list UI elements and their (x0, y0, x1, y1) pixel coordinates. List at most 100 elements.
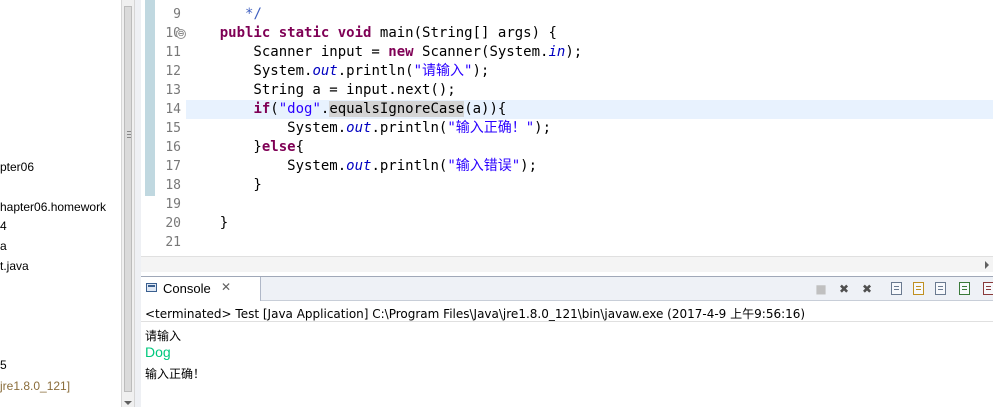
code-token: "请输入" (413, 63, 473, 79)
scroll-down-arrow-icon[interactable] (124, 401, 132, 405)
remove-launch-icon[interactable]: ✖ (836, 281, 852, 297)
code-token: { (295, 139, 305, 155)
line-number: 13 (165, 83, 181, 98)
line-number: 15 (165, 121, 181, 136)
scrollbar-grip (127, 134, 131, 135)
console-output-line: 输入正确！ (145, 367, 206, 381)
tree-item[interactable]: hapter06.homework (0, 199, 106, 215)
scroll-lock-icon[interactable] (913, 282, 924, 295)
code-line[interactable]: System.out.println("请输入"); (186, 62, 489, 81)
line-number: 20 (165, 216, 181, 231)
code-line[interactable]: if("dog".equalsIgnoreCase(a)){ (186, 100, 506, 119)
code-token: System. (186, 120, 347, 136)
word-wrap-icon[interactable] (935, 282, 946, 295)
tab-console[interactable]: Console ✕ (141, 277, 261, 301)
code-line[interactable]: String a = input.next(); (186, 81, 456, 100)
tree-item[interactable]: pter06 (0, 159, 34, 175)
scroll-right-arrow-icon[interactable] (985, 261, 989, 269)
clear-console-icon[interactable] (891, 282, 902, 295)
code-token: in (548, 44, 566, 60)
tree-item[interactable]: a (0, 238, 7, 254)
scrollbar-grip (127, 137, 131, 138)
code-line[interactable]: }else{ (186, 138, 304, 157)
tree-item[interactable]: 5 (0, 357, 7, 373)
code-token: "输入正确！" (447, 120, 535, 136)
code-token: out (346, 120, 372, 136)
code-token: public (219, 25, 271, 41)
code-token: } (186, 215, 229, 231)
scrollbar-grip (127, 131, 131, 132)
code-token: (a)){ (464, 101, 507, 117)
terminate-icon[interactable]: ■ (813, 281, 829, 297)
code-token: main(String[] args) { (371, 25, 557, 41)
line-number: 21 (165, 235, 181, 250)
divider (141, 321, 993, 322)
code-token: .println( (371, 120, 448, 136)
code-line[interactable]: System.out.println("输入正确！"); (186, 119, 551, 138)
line-number: 19 (165, 197, 181, 212)
tree-item[interactable]: t.java (0, 258, 29, 274)
scrollbar-thumb[interactable] (124, 6, 132, 392)
line-number: 12 (165, 64, 181, 79)
code-line[interactable]: */ (186, 5, 262, 24)
code-token: ); (520, 158, 538, 174)
code-token: Scanner input = (186, 44, 389, 60)
line-number: 18 (165, 178, 181, 193)
console-process-status: <terminated> Test [Java Application] C:\… (145, 307, 806, 321)
line-number: 9 (173, 7, 181, 22)
editor-horizontal-scrollbar[interactable] (141, 256, 993, 272)
code-token: ); (565, 44, 583, 60)
code-token: out (312, 63, 338, 79)
tree-item[interactable]: 4 (0, 218, 7, 234)
code-token: ); (472, 63, 490, 79)
change-ruler (145, 0, 155, 196)
code-line[interactable]: public static void main(String[] args) { (186, 24, 557, 43)
code-token: void (337, 25, 372, 41)
code-token: ( (270, 101, 279, 117)
pin-console-icon[interactable] (983, 282, 993, 295)
code-token: out (346, 158, 372, 174)
code-token: } (186, 177, 262, 193)
code-line[interactable]: } (186, 176, 262, 195)
console-tab-bar: Console ✕ ■ ✖ ✖ (141, 277, 993, 301)
code-token: new (388, 44, 414, 60)
explorer-vertical-scrollbar[interactable] (121, 0, 135, 407)
code-token: System. (186, 63, 313, 79)
code-line[interactable]: } (186, 214, 228, 233)
console-output-line: 请输入 (145, 329, 182, 343)
console-user-input-line: Dog (145, 344, 171, 360)
code-token: .println( (337, 63, 414, 79)
remove-all-terminated-icon[interactable]: ✖ (859, 281, 875, 297)
code-token: System. (186, 158, 347, 174)
code-editor[interactable]: 9 10 11 12 13 14 15 16 17 18 19 20 21 ⊖ … (141, 0, 993, 272)
code-token: .println( (371, 158, 448, 174)
console-icon (146, 283, 157, 292)
code-token: Scanner(System. (413, 44, 549, 60)
line-number: 16 (165, 140, 181, 155)
code-token: } (186, 139, 262, 155)
code-token: */ (245, 6, 262, 22)
line-number: 17 (165, 159, 181, 174)
tree-item-library[interactable]: jre1.8.0_121] (0, 378, 70, 394)
code-token: "dog" (278, 101, 321, 117)
code-token: "输入错误" (447, 158, 521, 174)
code-line[interactable]: System.out.println("输入错误"); (186, 157, 537, 176)
line-number: 11 (165, 45, 181, 60)
code-line[interactable]: Scanner input = new Scanner(System.in); (186, 43, 582, 62)
show-console-on-output-icon[interactable] (959, 282, 970, 295)
console-view: Console ✕ ■ ✖ ✖ <terminated> Test [Java … (141, 276, 993, 407)
line-number: 14 (165, 102, 181, 117)
tab-console-label: Console (163, 281, 211, 296)
code-token: if (253, 101, 271, 117)
code-token: equalsIgnoreCase (329, 101, 465, 117)
close-icon[interactable]: ✕ (221, 280, 231, 294)
code-token: String a = input.next(); (186, 82, 456, 98)
code-token: static (278, 25, 330, 41)
package-explorer: pter06 hapter06.homework 4 a t.java 5 jr… (0, 0, 121, 407)
fold-collapse-icon[interactable]: ⊖ (176, 29, 186, 39)
